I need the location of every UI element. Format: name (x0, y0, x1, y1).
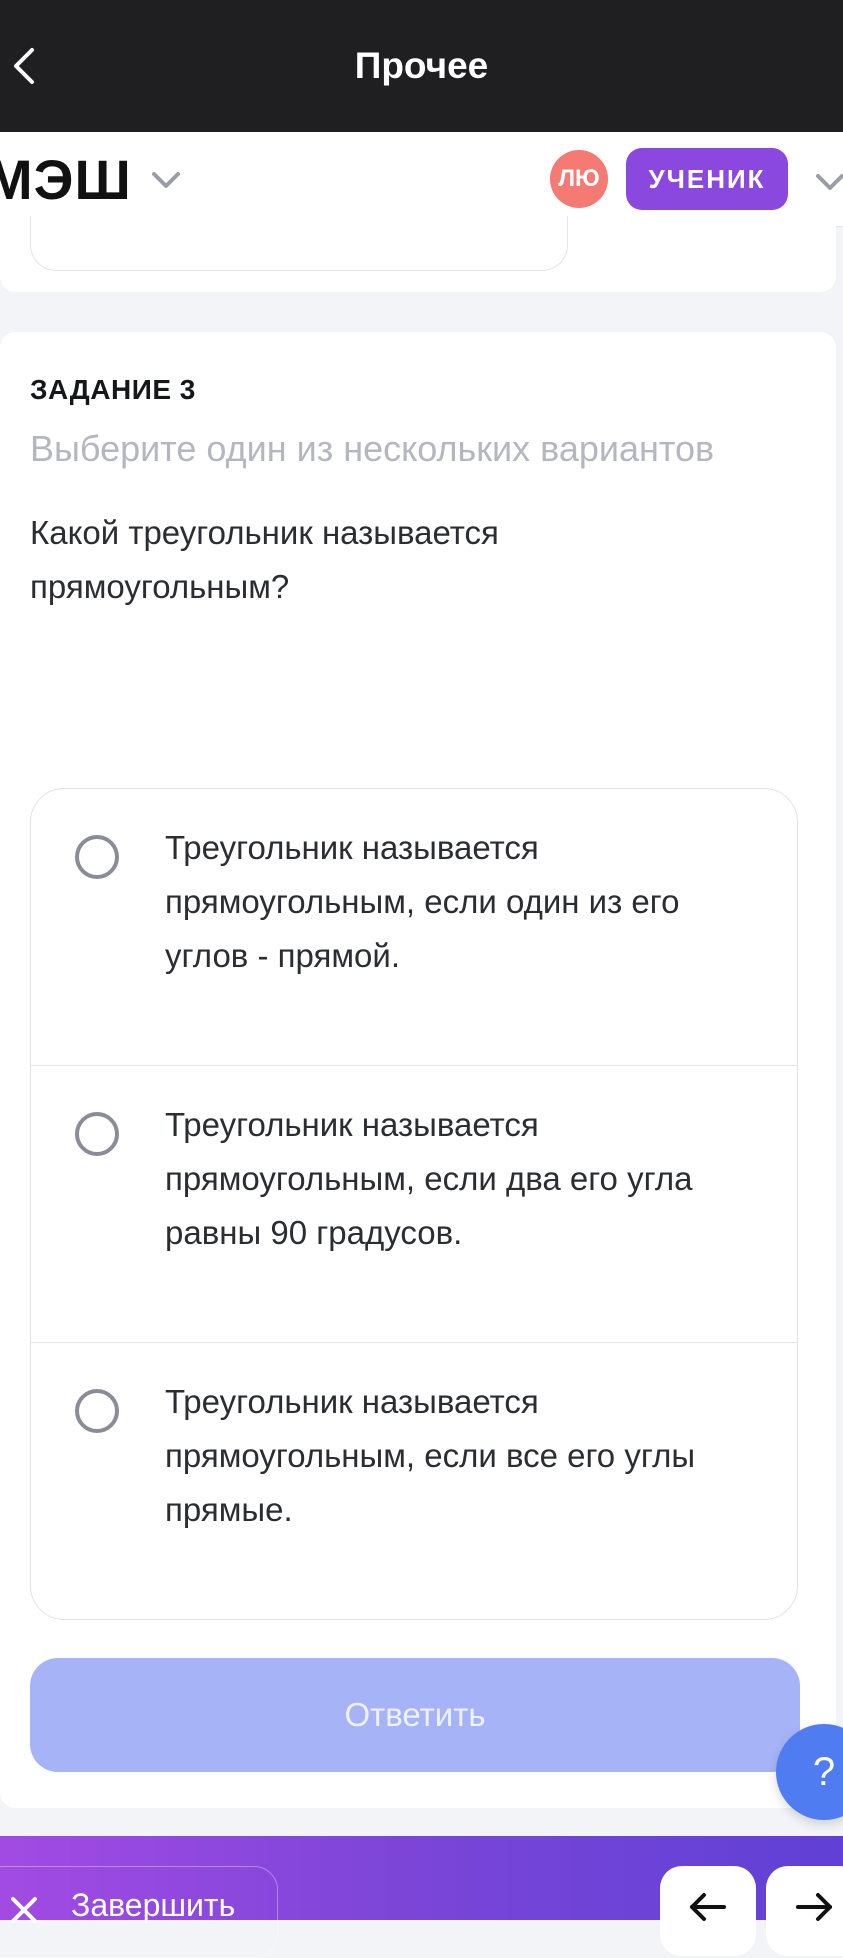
arrow-left-icon (690, 1893, 726, 1921)
previous-answer-field (30, 216, 568, 271)
next-task-button[interactable] (766, 1866, 843, 1956)
submit-answer-button[interactable]: Ответить (30, 1658, 800, 1772)
answer-option-text: Треугольник называется прямоугольным, ес… (165, 829, 680, 974)
finish-button[interactable]: Завершить (0, 1866, 278, 1958)
answer-option-2[interactable]: Треугольник называется прямоугольным, ес… (31, 1066, 797, 1343)
top-nav-bar: Прочее (0, 0, 843, 132)
previous-task-card (0, 216, 836, 292)
bottom-action-bar: Завершить (0, 1836, 843, 1958)
finish-button-label: Завершить (71, 1887, 236, 1923)
radio-button[interactable] (75, 1112, 119, 1156)
close-icon (11, 1897, 37, 1923)
arrow-right-icon (796, 1893, 832, 1921)
app-logo[interactable]: МЭШ (0, 150, 132, 210)
help-icon: ? (812, 1749, 836, 1794)
task-hint: Выберите один из нескольких вариантов (30, 428, 715, 469)
answer-options: Треугольник называется прямоугольным, ес… (30, 788, 798, 1620)
radio-button[interactable] (75, 835, 119, 879)
question-text: Какой треугольник называется прямоугольн… (30, 514, 499, 605)
chevron-down-icon[interactable] (812, 164, 843, 200)
task-label: ЗАДАНИЕ 3 (30, 374, 196, 405)
radio-button[interactable] (75, 1389, 119, 1433)
role-badge[interactable]: УЧЕНИК (626, 148, 788, 210)
chevron-down-icon[interactable] (148, 162, 184, 198)
answer-option-3[interactable]: Треугольник называется прямоугольным, ес… (31, 1343, 797, 1619)
answer-option-text: Треугольник называется прямоугольным, ес… (165, 1106, 693, 1251)
page-title: Прочее (354, 45, 489, 86)
task-card: ЗАДАНИЕ 3 Выберите один из нескольких ва… (0, 332, 836, 1808)
app-header: МЭШ ЛЮ УЧЕНИК (0, 132, 843, 227)
avatar[interactable]: ЛЮ (550, 150, 608, 208)
answer-option-text: Треугольник называется прямоугольным, ес… (165, 1383, 696, 1528)
answer-option-1[interactable]: Треугольник называется прямоугольным, ес… (31, 789, 797, 1066)
previous-task-button[interactable] (660, 1866, 756, 1956)
